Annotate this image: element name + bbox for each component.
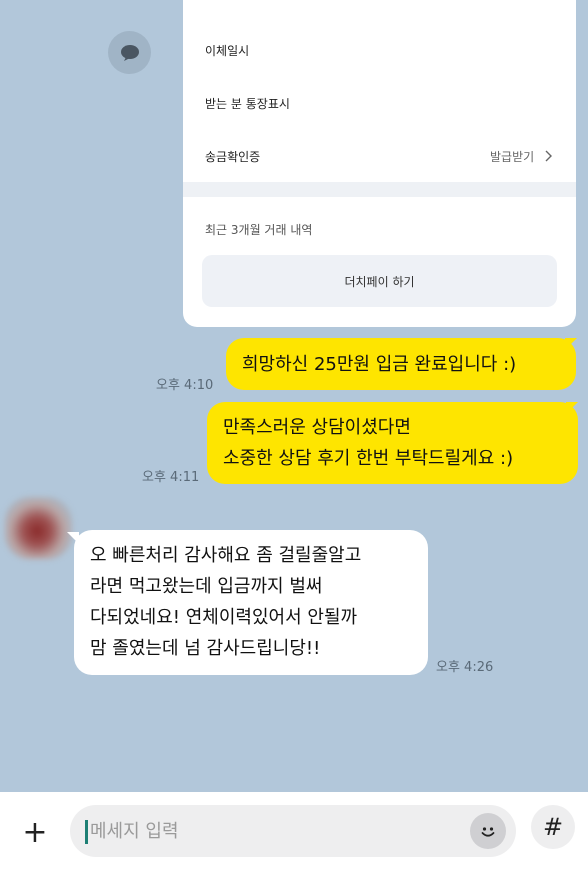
message-input-container[interactable] xyxy=(70,805,516,857)
transfer-time-label: 이체일시 xyxy=(205,44,250,58)
my-message-bubble[interactable]: 만족스러운 상담이셨다면 소중한 상담 후기 한번 부탁드릴게요 :) xyxy=(207,402,578,484)
dutch-pay-label: 더치페이 하기 xyxy=(344,274,415,289)
issue-certificate-link[interactable]: 발급받기 xyxy=(490,148,554,165)
transfer-card: 이체일시 받는 분 통장표시 송금확인증 발급받기 최근 3개월 거래 내역 더… xyxy=(183,0,576,327)
message-input-bar: + # xyxy=(0,792,588,870)
my-message-bubble[interactable]: 희망하신 25만원 입금 완료입니다 :) xyxy=(226,338,576,390)
card-separator xyxy=(183,182,576,197)
bubble-tail xyxy=(565,338,577,350)
message-line: 만족스러운 상담이셨다면 xyxy=(223,417,411,438)
issue-certificate-label: 발급받기 xyxy=(490,150,535,164)
transfer-certificate-row[interactable]: 송금확인증 발급받기 xyxy=(205,148,554,165)
hashtag-button[interactable]: # xyxy=(531,805,575,849)
emoji-button[interactable] xyxy=(470,813,506,849)
message-time: 오후 4:10 xyxy=(156,378,214,393)
message-line: 라면 먹고왔는데 입금까지 벌써 xyxy=(90,576,323,597)
transfer-time-row: 이체일시 xyxy=(205,42,554,59)
recipient-display-label: 받는 분 통장표시 xyxy=(205,97,290,111)
transfer-certificate-label: 송금확인증 xyxy=(205,150,261,164)
speech-bubble-icon xyxy=(120,44,139,61)
recipient-display-row: 받는 분 통장표시 xyxy=(205,95,554,112)
chevron-right-icon xyxy=(545,150,552,162)
message-line: 맘 졸였는데 넘 감사드립니당!! xyxy=(90,638,321,659)
text-caret xyxy=(85,820,88,844)
message-line: 다되었네요! 연체이력있어서 안될까 xyxy=(90,607,358,628)
message-line: 소중한 상담 후기 한번 부탁드릴게요 :) xyxy=(223,448,514,469)
message-time: 오후 4:11 xyxy=(142,470,200,485)
other-message-bubble[interactable]: 오 빠른처리 감사해요 좀 걸릴줄알고 라면 먹고왔는데 입금까지 벌써 다되었… xyxy=(74,530,428,675)
bubble-tail xyxy=(67,532,79,544)
avatar[interactable] xyxy=(5,497,72,559)
plus-icon: + xyxy=(22,814,48,850)
emoji-icon xyxy=(481,827,495,837)
message-time: 오후 4:26 xyxy=(436,660,494,675)
hashtag-icon: # xyxy=(542,813,564,841)
message-line: 오 빠른처리 감사해요 좀 걸릴줄알고 xyxy=(90,545,362,566)
message-text: 희망하신 25만원 입금 완료입니다 :) xyxy=(242,353,517,375)
dutch-pay-button[interactable]: 더치페이 하기 xyxy=(202,255,557,307)
plus-button[interactable]: + xyxy=(16,813,54,851)
message-input[interactable] xyxy=(90,805,470,857)
share-button[interactable] xyxy=(108,31,151,74)
recent-transactions-label[interactable]: 최근 3개월 거래 내역 xyxy=(205,221,312,238)
bubble-tail xyxy=(566,402,578,414)
